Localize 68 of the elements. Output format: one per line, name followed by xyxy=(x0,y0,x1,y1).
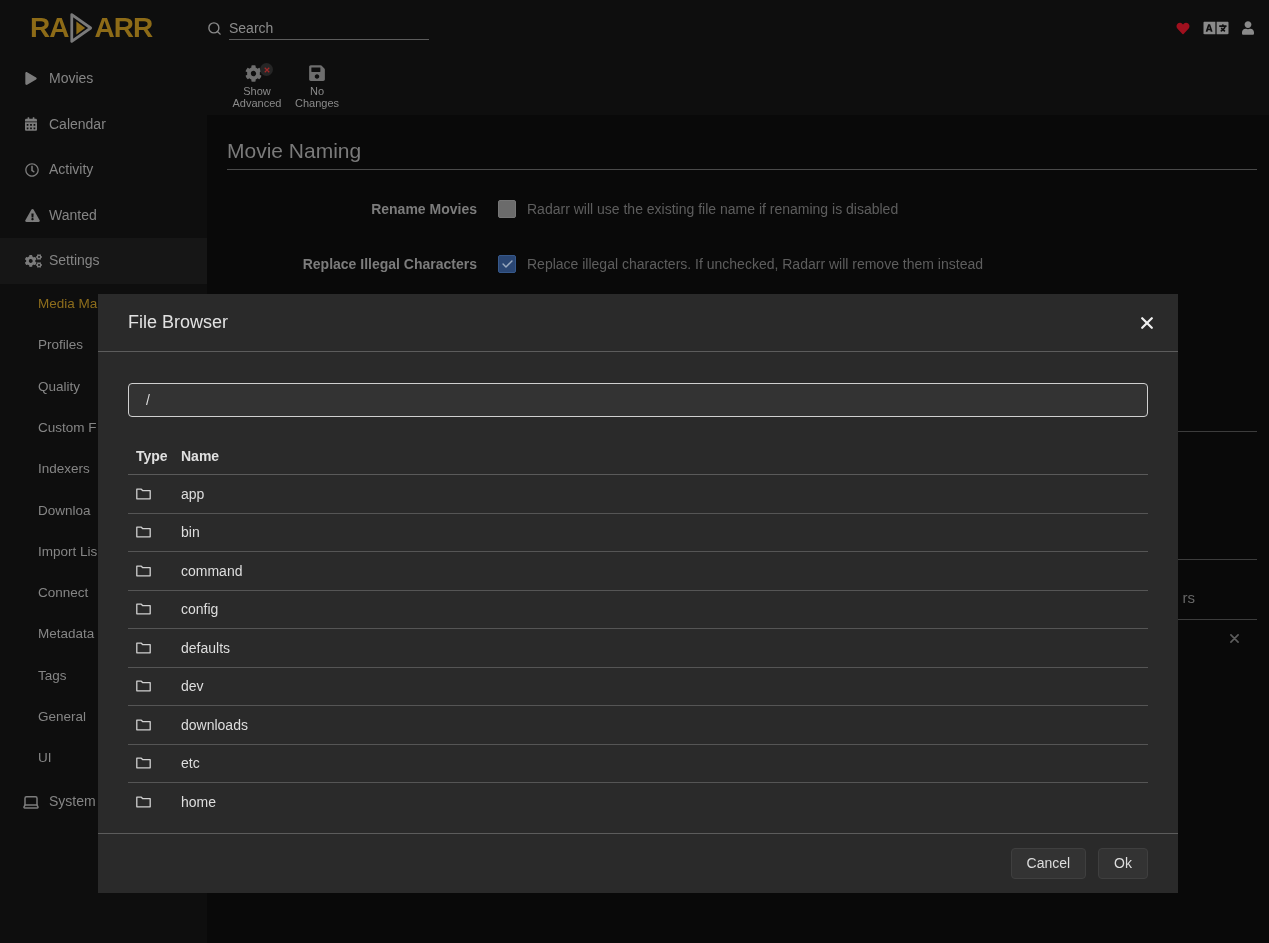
table-cell[interactable]: etc xyxy=(181,755,200,772)
sidebar-subitem[interactable]: Profiles xyxy=(38,324,83,367)
table-cell[interactable]: bin xyxy=(181,524,200,541)
play-icon xyxy=(25,72,37,86)
logo-text: RA xyxy=(30,14,69,42)
table-cell[interactable]: app xyxy=(181,485,205,502)
sidebar-subitem[interactable]: Tags xyxy=(38,655,67,697)
sidebar-subitem[interactable]: UI xyxy=(38,737,52,780)
sidebar-subitem[interactable]: Custom F xyxy=(38,407,97,449)
path-input[interactable]: / xyxy=(128,383,1148,417)
sidebar-subitem[interactable]: Quality xyxy=(38,366,81,408)
search-icon xyxy=(207,20,222,36)
table-cell[interactable]: downloads xyxy=(181,716,248,733)
folder-icon xyxy=(136,526,151,539)
dialog-button[interactable]: Cancel xyxy=(1010,848,1087,879)
help-text: Radarr will use the existing file name if renaming is disabled xyxy=(527,199,899,219)
folder-icon xyxy=(136,564,151,577)
close-icon xyxy=(1230,633,1239,643)
toolbar-button[interactable]: No Changes xyxy=(287,63,347,109)
section-heading: Movie Naming xyxy=(227,137,1257,170)
table-cell[interactable]: command xyxy=(181,562,243,579)
sidebar-subitem[interactable]: Downloa xyxy=(38,490,91,532)
dialog-title: File Browser xyxy=(128,311,229,334)
folder-icon xyxy=(136,487,151,500)
close-icon xyxy=(1141,316,1153,329)
gear-x-icon xyxy=(245,63,273,82)
gears-icon xyxy=(25,253,42,268)
sidebar-item[interactable]: Activity xyxy=(0,147,94,193)
logo-text: ARR xyxy=(94,14,153,42)
table-cell[interactable]: config xyxy=(181,601,219,618)
help-text: Replace illegal characters. If unchecked, Radarr will remove them instead xyxy=(527,254,983,274)
calendar-icon xyxy=(25,117,37,132)
search-field[interactable]: Search xyxy=(229,16,429,40)
close-button[interactable] xyxy=(1141,316,1153,329)
folder-icon xyxy=(136,718,151,731)
toolbar-button[interactable]: Show Advanced xyxy=(227,63,287,109)
checkbox[interactable] xyxy=(498,255,516,273)
folder-icon xyxy=(136,795,151,808)
sidebar-subitem[interactable]: General xyxy=(38,696,87,738)
field-label: Rename Movies xyxy=(371,199,477,219)
table-cell[interactable]: defaults xyxy=(181,639,231,656)
sidebar-subitem[interactable]: Metadata xyxy=(38,613,95,656)
folder-icon xyxy=(136,757,151,770)
sidebar-item[interactable]: System xyxy=(0,779,96,825)
warning-icon xyxy=(25,208,40,222)
table-cell[interactable]: home xyxy=(181,793,217,810)
user-icon[interactable] xyxy=(1242,21,1254,35)
folder-icon xyxy=(136,680,151,693)
sidebar-item[interactable]: Calendar xyxy=(0,101,106,147)
checkbox[interactable] xyxy=(498,200,516,218)
check-icon xyxy=(501,260,513,268)
sidebar-subitem[interactable]: Media Ma xyxy=(38,283,98,325)
sidebar-item[interactable]: Movies xyxy=(0,56,94,102)
sidebar-subitem[interactable]: Connect xyxy=(38,572,89,614)
field-label: Replace Illegal Characters xyxy=(302,254,477,274)
sidebar-subitem[interactable]: Import Lis xyxy=(38,531,98,573)
column-header: Type xyxy=(136,447,168,464)
text-fragment: rs xyxy=(1182,588,1195,609)
play-logo-icon xyxy=(69,12,94,44)
column-header: Name xyxy=(181,447,220,464)
sidebar-item[interactable]: Settings xyxy=(0,238,207,284)
sidebar-item[interactable]: Wanted xyxy=(0,192,97,238)
sidebar-subitem[interactable]: Indexers xyxy=(38,448,90,490)
table-cell[interactable]: dev xyxy=(181,678,204,695)
dialog-button[interactable]: Ok xyxy=(1098,848,1148,879)
clock-icon xyxy=(25,162,39,177)
folder-icon xyxy=(136,641,151,654)
folder-icon xyxy=(136,603,151,616)
